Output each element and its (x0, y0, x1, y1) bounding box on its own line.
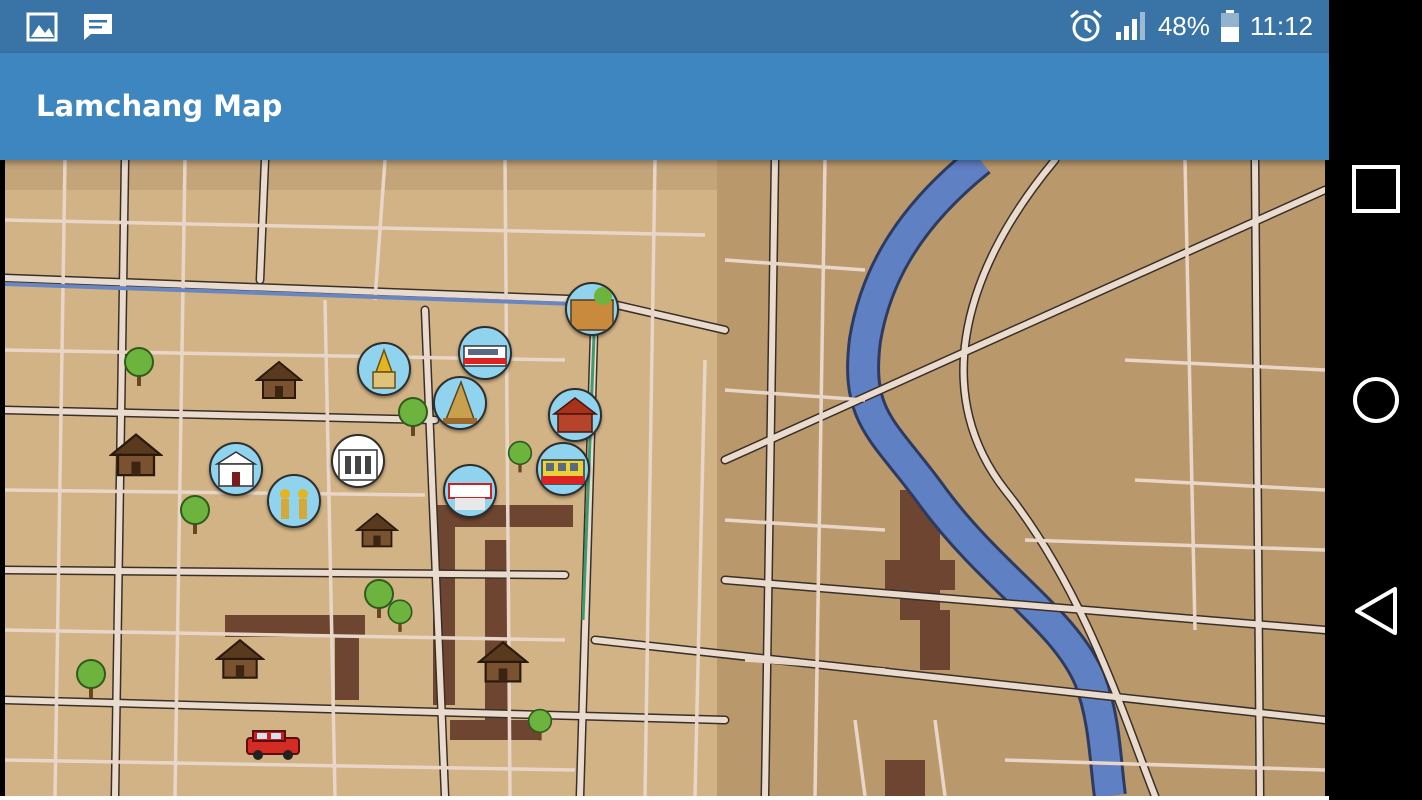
tree-icon (76, 659, 106, 698)
back-button[interactable] (1351, 586, 1401, 636)
status-bar: 48% 11:12 (0, 0, 1329, 53)
map-view[interactable] (5, 160, 1325, 796)
house-icon (215, 638, 265, 679)
chedi-pin[interactable] (433, 376, 487, 430)
recents-button[interactable] (1351, 164, 1401, 214)
app-bar: Lamchang Map (0, 53, 1329, 160)
tree-icon (507, 440, 533, 473)
tree-icon (387, 599, 413, 632)
white-building-pin[interactable] (331, 434, 385, 488)
train-pin[interactable] (536, 442, 590, 496)
tree-icon (527, 708, 553, 741)
navigation-bar (1329, 0, 1422, 800)
fort-pin[interactable] (565, 282, 619, 336)
tree-icon (180, 495, 210, 534)
message-icon (84, 14, 112, 40)
house-icon (255, 360, 303, 399)
red-car-icon[interactable] (243, 728, 303, 762)
house-icon (109, 433, 163, 477)
battery-icon (1220, 10, 1239, 42)
house-icon (477, 641, 529, 683)
battery-percent: 48% (1157, 10, 1210, 41)
home-button[interactable] (1351, 375, 1401, 425)
wooden-house-pin[interactable] (548, 388, 602, 442)
clock: 11:12 (1249, 10, 1313, 41)
bus-pin[interactable] (458, 326, 512, 380)
page-title: Lamchang Map (36, 89, 283, 123)
temple-pin[interactable] (357, 342, 411, 396)
sign-pin[interactable] (443, 464, 497, 518)
bottom-edge (0, 796, 1329, 800)
dancers-pin[interactable] (267, 474, 321, 528)
map-illustration (5, 160, 1325, 796)
image-icon (26, 12, 58, 42)
tree-icon (398, 397, 428, 436)
alarm-icon (1069, 9, 1102, 42)
museum-pin[interactable] (209, 442, 263, 496)
house-icon (355, 512, 399, 548)
tree-icon (124, 347, 154, 386)
signal-icon (1115, 12, 1145, 40)
